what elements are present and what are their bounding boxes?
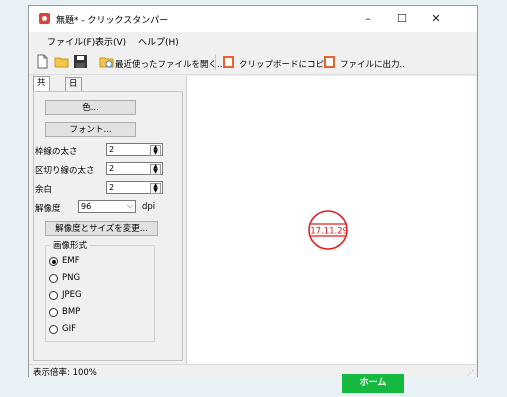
divider-width-value: 2 [109,164,115,173]
radio-bmp[interactable] [49,308,58,317]
tab-common[interactable]: 共通 [33,76,50,101]
toolbar-separator [215,54,216,70]
settings-panel: 色... フォント... 枠線の太さ 2 ▲ ▼ 区切り線の太さ 2 ▲ ▼ 余白 … [33,91,183,361]
resolution-unit: dpi [142,202,156,212]
margin-label: 余白 [35,185,53,195]
close-button[interactable]: ✕ [419,9,453,29]
color-button[interactable]: 色... [45,100,136,115]
menu-view[interactable]: 表示(V) [95,35,126,48]
new-file-icon[interactable] [35,54,50,69]
spin-arrows-icon[interactable]: ▲ ▼ [150,164,161,175]
radio-jpeg-label: JPEG [62,290,82,300]
resolution-select[interactable]: 96 ⌵ [78,200,136,213]
export-file-icon[interactable] [322,54,337,69]
divider-width-stepper[interactable]: 2 ▲ ▼ [106,162,163,175]
maximize-button[interactable]: ☐ [385,9,419,29]
export-file-button[interactable]: ファイルに出力.. [340,58,405,70]
app-stamp-icon [39,13,50,24]
recent-files-icon[interactable] [99,54,114,69]
border-width-value: 2 [109,145,115,154]
radio-emf[interactable] [49,257,58,266]
title-bar: 無題* - クリックスタンパー – ☐ ✕ [29,6,477,32]
menu-help[interactable]: ヘルプ(H) [138,35,179,48]
image-format-title: 画像形式 [51,239,90,251]
menu-file[interactable]: ファイル(F) [47,35,95,48]
image-format-group: 画像形式 EMF PNG JPEG BMP GIF [45,239,155,342]
divider-width-label: 区切り線の太さ [35,166,95,176]
minimize-button[interactable]: – [351,9,385,29]
stamp-date-text: '17.11.29 [308,227,348,237]
margin-stepper[interactable]: 2 ▲ ▼ [106,181,163,194]
margin-value: 2 [109,183,115,192]
status-bar: 表示倍率: 100% ⋰ [29,364,477,378]
menu-bar: ファイル(F) 表示(V) ヘルプ(H) [29,33,477,49]
resolution-value: 96 [81,202,92,211]
window-title: 無題* - クリックスタンパー [56,16,169,26]
clipboard-icon[interactable] [221,54,236,69]
resolution-label: 解像度 [35,204,61,214]
toolbar: 最近使ったファイルを開く.. クリップボードにコピー ファイルに出力.. [29,50,477,75]
resize-button[interactable]: 解像度とサイズを変更... [45,221,158,236]
open-folder-icon[interactable] [54,54,69,69]
radio-jpeg[interactable] [49,291,58,300]
border-width-label: 枠線の太さ [35,147,78,157]
spin-arrows-icon[interactable]: ▲ ▼ [150,183,161,194]
radio-png-label: PNG [62,273,81,283]
home-button[interactable]: ホーム [342,374,404,393]
recent-files-button[interactable]: 最近使ったファイルを開く.. [115,58,222,70]
save-icon[interactable] [73,54,88,69]
border-width-stepper[interactable]: 2 ▲ ▼ [106,143,163,156]
radio-gif-label: GIF [62,324,76,334]
resize-grip-icon[interactable]: ⋰ [467,369,474,377]
radio-png[interactable] [49,274,58,283]
radio-bmp-label: BMP [62,307,81,317]
tab-date-stamp[interactable]: 日付印 [65,77,82,115]
font-button[interactable]: フォント... [45,122,136,137]
chevron-down-icon: ⌵ [126,201,133,210]
stamp-preview-canvas[interactable]: '17.11.29 [186,76,476,366]
date-stamp-preview: '17.11.29 [308,210,348,250]
spin-arrows-icon[interactable]: ▲ ▼ [150,145,161,156]
app-window: 無題* - クリックスタンパー – ☐ ✕ ファイル(F) 表示(V) ヘルプ(… [28,5,478,378]
radio-emf-label: EMF [62,256,80,266]
copy-clipboard-button[interactable]: クリップボードにコピー [239,58,333,70]
radio-gif[interactable] [49,325,58,334]
zoom-status: 表示倍率: 100% [33,368,97,378]
